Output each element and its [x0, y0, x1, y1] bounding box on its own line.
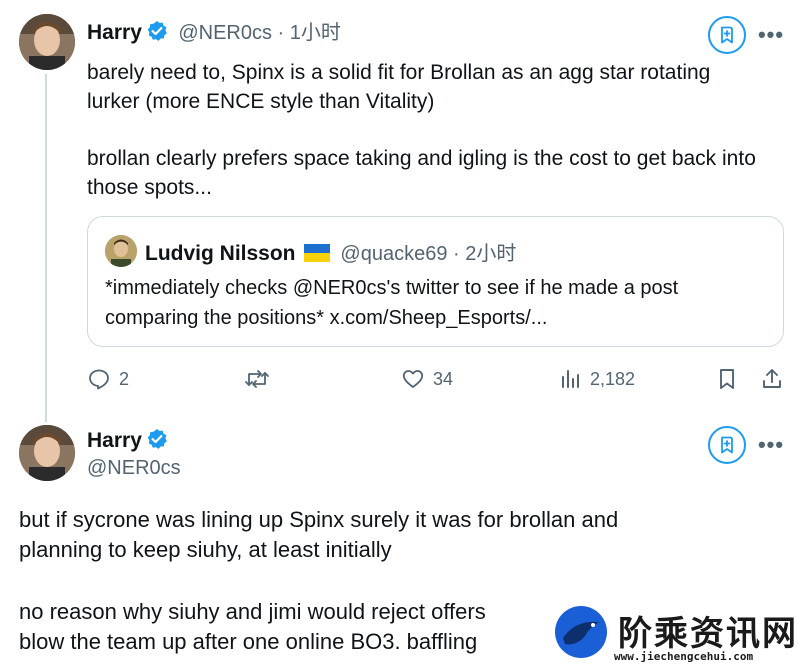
- author-handle-time[interactable]: @NER0cs · 1小时: [178, 22, 341, 44]
- share-button[interactable]: [760, 367, 784, 391]
- author-name[interactable]: Harry: [87, 21, 142, 44]
- share-icon: [763, 369, 781, 388]
- verified-badge-icon: [146, 20, 168, 42]
- quote-text-line: *immediately checks @NER0cs's twitter to…: [105, 277, 679, 299]
- views-button[interactable]: 2,182: [560, 367, 635, 391]
- tweet-text-line: those spots...: [87, 176, 212, 199]
- quote-text-line: comparing the positions* x.com/Sheep_Esp…: [105, 307, 548, 329]
- tweet-body: barely need to, Spinx is a solid fit for…: [87, 58, 787, 202]
- repost-button[interactable]: [244, 367, 270, 391]
- grok-bookmark-button[interactable]: [708, 426, 746, 464]
- tweet-text-line: planning to keep siuhy, at least initial…: [19, 537, 392, 562]
- author-handle[interactable]: @NER0cs: [87, 457, 181, 480]
- like-button[interactable]: 34: [401, 367, 453, 391]
- view-count: 2,182: [590, 368, 636, 389]
- reply-button[interactable]: 2: [87, 367, 129, 391]
- tweet-text-line: barely need to, Spinx is a solid fit for…: [87, 61, 711, 84]
- views-chart-icon: [562, 370, 579, 388]
- thread-connector-line: [45, 74, 47, 422]
- bookmark-button[interactable]: [716, 367, 738, 391]
- watermark-title: 阶乘资讯网: [618, 614, 798, 654]
- bookmark-plus-icon: [721, 436, 733, 454]
- heart-icon: [402, 370, 424, 388]
- quote-header: Ludvig Nilsson @quacke69 · 2小时: [145, 237, 516, 266]
- repost-icon: [245, 370, 269, 388]
- quote-body: *immediately checks @NER0cs's twitter to…: [105, 273, 678, 333]
- author-name[interactable]: Harry: [87, 429, 142, 452]
- quoted-tweet-card[interactable]: Ludvig Nilsson @quacke69 · 2小时 *immediat…: [87, 216, 784, 347]
- avatar[interactable]: [19, 425, 75, 481]
- verified-badge-icon: [146, 428, 168, 450]
- like-count: 34: [433, 368, 454, 389]
- quote-avatar: [105, 235, 137, 267]
- bookmark-icon: [720, 369, 734, 389]
- tweet-header: Harry @NER0cs · 1小时: [87, 16, 341, 45]
- quote-author-name: Ludvig Nilsson: [145, 242, 296, 265]
- reply-count: 2: [119, 368, 130, 389]
- site-watermark: 阶乘资讯网 www.jiechengcehui.com: [550, 604, 800, 668]
- more-options-button[interactable]: •••: [756, 430, 786, 460]
- tweet-text-line: brollan clearly prefers space taking and…: [87, 147, 756, 170]
- grok-bookmark-button[interactable]: [708, 16, 746, 54]
- watermark-logo-icon: [555, 606, 607, 658]
- ukraine-flag-icon: [303, 244, 330, 262]
- more-options-button[interactable]: •••: [756, 20, 786, 50]
- tweet-text-line: but if sycrone was lining up Spinx surel…: [19, 507, 619, 532]
- tweet-text-line: lurker (more ENCE style than Vitality): [87, 90, 435, 113]
- avatar[interactable]: [19, 14, 75, 70]
- quote-handle-time: @quacke69 · 2小时: [340, 243, 517, 265]
- reply-icon: [89, 369, 109, 390]
- bookmark-plus-icon: [721, 26, 733, 44]
- tweet-header: Harry: [87, 428, 168, 453]
- watermark-url: www.jiechengcehui.com: [614, 650, 754, 663]
